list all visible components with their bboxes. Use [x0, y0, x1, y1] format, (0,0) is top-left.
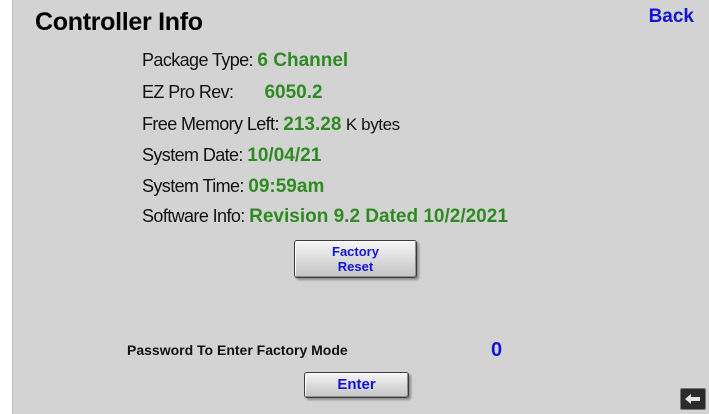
free-memory-label: Free Memory Left: [142, 114, 279, 134]
factory-reset-button[interactable]: Factory Reset [294, 240, 417, 278]
system-date-row: System Date: 10/04/21 [142, 145, 321, 167]
password-input[interactable]: 0 [491, 339, 502, 362]
software-info-label: Software Info: [142, 206, 245, 226]
system-time-row: System Time: 09:59am [142, 176, 324, 198]
free-memory-unit: K bytes [345, 115, 400, 134]
factory-reset-line2: Reset [337, 259, 374, 274]
corner-back-button[interactable] [680, 388, 706, 410]
enter-button[interactable]: Enter [304, 372, 409, 398]
ez-pro-rev-value: 6050.2 [264, 82, 323, 103]
system-time-value: 09:59 [248, 176, 297, 197]
software-info-row: Software Info: Revision 9.2 Dated 10/2/2… [142, 206, 508, 228]
ez-pro-rev-row: EZ Pro Rev: 6050.2 [142, 82, 323, 104]
system-date-label: System Date: [142, 145, 243, 165]
password-label: Password To Enter Factory Mode [127, 342, 348, 358]
software-info-value: Revision 9.2 Dated 10/2/2021 [249, 206, 508, 227]
system-time-ampm: am [296, 176, 325, 197]
page-title: Controller Info [35, 8, 203, 36]
package-type-label: Package Type: [142, 50, 254, 70]
free-memory-row: Free Memory Left: 213.28 K bytes [142, 114, 400, 136]
factory-reset-line1: Factory [332, 244, 379, 259]
controller-info-screen: Controller Info Back Package Type: 6 Cha… [12, 0, 709, 414]
package-type-row: Package Type: 6 Channel [142, 50, 348, 72]
system-date-value: 10/04/21 [247, 145, 322, 166]
back-arrow-icon [685, 394, 700, 404]
ez-pro-rev-label: EZ Pro Rev: [142, 82, 234, 102]
package-type-value: 6 Channel [257, 50, 349, 71]
back-button[interactable]: Back [649, 6, 694, 28]
system-time-label: System Time: [142, 176, 244, 196]
free-memory-value: 213.28 [283, 114, 342, 135]
